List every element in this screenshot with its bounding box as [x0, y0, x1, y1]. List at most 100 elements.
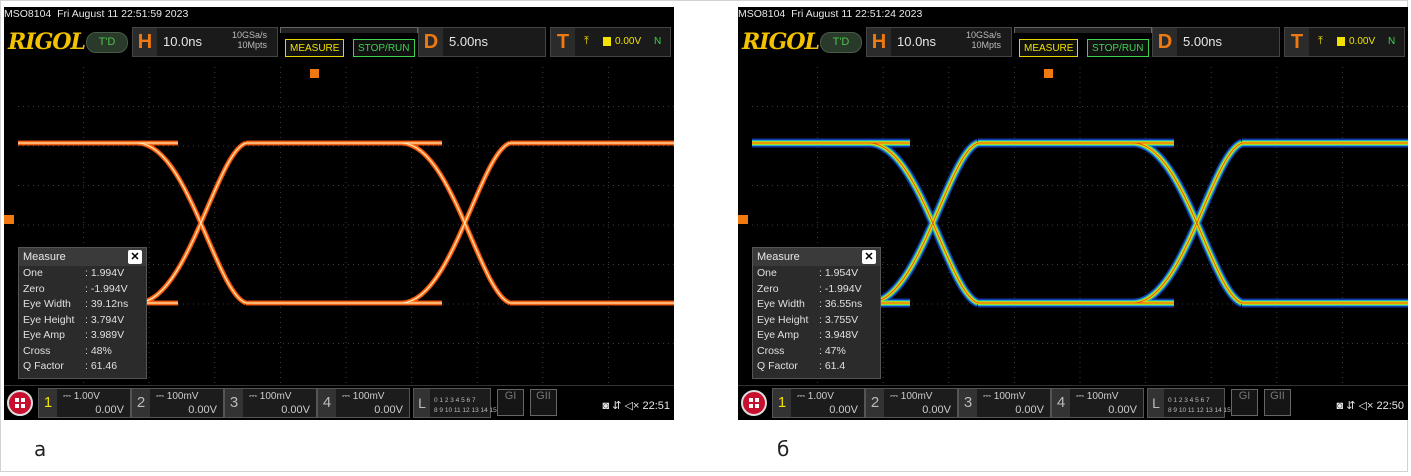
delay-value: 5.00ns [449, 34, 489, 49]
logic-analyzer-box[interactable]: L 0 1 2 3 4 5 6 7 8 9 10 11 12 13 14 15 [413, 388, 497, 418]
falling-edge-trace [137, 141, 247, 305]
trigger-edge-icon: ⤒ [584, 35, 589, 47]
oscilloscope-screen-a: MSO8104 Fri August 11 22:51:59 2023 RIGO… [4, 7, 674, 420]
measure-label: Q Factor [757, 360, 798, 372]
memory-depth: 10Mpts [971, 40, 1001, 50]
measure-rows: One: 1.954V Zero: -1.994V Eye Width: 36.55… [753, 266, 880, 375]
measure-row: Eye Amp : 3.989V [19, 328, 146, 344]
logic-analyzer-box[interactable]: L 0 1 2 3 4 5 6 7 8 9 10 11 12 13 14 15 [1147, 388, 1231, 418]
measure-value: : 3.794V [85, 313, 125, 326]
home-menu-button[interactable] [741, 390, 767, 416]
measure-value: : -1.994V [819, 282, 862, 295]
trigger-box[interactable]: T ⤒ 0.00V N [550, 27, 671, 57]
channel-1-box[interactable]: 1 ⎓ 1.00V 0.00V [772, 388, 865, 418]
memory-position-bar [1014, 27, 1152, 33]
coupling-icon: ⎓ [156, 391, 167, 402]
sample-rate: 10GSa/s [965, 30, 1001, 40]
speaker-icon[interactable]: ◁× [625, 400, 640, 412]
falling-edge-trace [137, 142, 247, 304]
sample-rate: 10GSa/s [231, 30, 267, 40]
measure-button[interactable]: MEASURE [285, 39, 345, 57]
measure-label: Eye Height [23, 313, 75, 326]
measure-row: Eye Amp: 3.948V [753, 328, 880, 344]
channel-offset: 0.00V [374, 404, 403, 416]
coupling-icon: ⎓ [1076, 391, 1087, 402]
stop-run-button[interactable]: STOP/RUN [1087, 39, 1149, 57]
falling-edge-trace [401, 142, 511, 304]
datetime: Fri August 11 22:51:24 2023 [791, 8, 923, 20]
camera-icon[interactable]: ◙ [603, 400, 610, 412]
brand-logo: RIGOL [8, 29, 86, 55]
measure-row: Eye Width: 39.12ns [19, 297, 146, 313]
falling-edge-trace [401, 141, 511, 305]
acquisition-info: 10GSa/s 10Mpts [232, 30, 267, 50]
measure-button[interactable]: MEASURE [1019, 39, 1079, 57]
trigger-edge-icon: ⤒ [1318, 35, 1323, 47]
measure-value: : 3.989V [85, 329, 125, 341]
logic-bits-row1: 0 1 2 3 4 5 6 7 [1168, 397, 1210, 404]
decoder-gii-button[interactable]: GII [1264, 389, 1291, 416]
gii-label: GII [536, 390, 551, 402]
channel-scale: ⎓ 100mV [156, 391, 198, 402]
gi-label: GI [504, 390, 517, 402]
horizontal-timebase[interactable]: H 10.0ns 10GSa/s 10Mpts [132, 27, 278, 57]
close-icon[interactable]: ✕ [862, 250, 876, 264]
decoder-gii-button[interactable]: GII [530, 389, 557, 416]
channel-4-box[interactable]: 4 ⎓ 100mV 0.00V [1051, 388, 1144, 418]
decoder-gi-button[interactable]: GI [1231, 389, 1258, 416]
logic-bits-row1: 0 1 2 3 4 5 6 7 [434, 397, 476, 404]
measure-row: Cross: 47% [753, 344, 880, 360]
stop-run-button[interactable]: STOP/RUN [353, 39, 415, 57]
run-state-badge[interactable]: T'D [86, 32, 128, 53]
memory-position-bar [280, 27, 418, 33]
channel-scale: ⎓ 100mV [342, 391, 384, 402]
delay-letter: D [1153, 28, 1177, 56]
measure-row: Q Factor : 61.4 [753, 359, 880, 375]
channel-offset: 0.00V [1108, 404, 1137, 416]
logic-bits-row2: 8 9 10 11 12 13 14 15 [1168, 407, 1231, 414]
measure-panel: Measure ✕ One: 1.994V Zero: -1.994V Eye Wi… [18, 247, 147, 379]
measure-label: Eye Amp [23, 329, 66, 341]
channel-offset: 0.00V [95, 404, 124, 416]
usb-icon: ⇵ [1346, 400, 1356, 412]
channel-1-box[interactable]: 1 ⎓ 1.00V 0.00V [38, 388, 131, 418]
channel-2-box[interactable]: 2 ⎓ 100mV 0.00V [865, 388, 958, 418]
rising-edge-trace [137, 140, 248, 306]
run-state-badge[interactable]: T'D [820, 32, 862, 53]
clock-time: 22:50 [1376, 400, 1404, 412]
close-icon[interactable]: ✕ [128, 250, 142, 264]
delay-box[interactable]: D 5.00ns [1152, 27, 1280, 57]
trigger-box[interactable]: T ⤒ 0.00V N [1284, 27, 1405, 57]
measure-label: One [757, 267, 777, 279]
measure-row: Eye Height : 3.794V [19, 313, 146, 329]
measure-label: Cross [757, 344, 785, 357]
channel-scale: ⎓ 1.00V [797, 391, 834, 402]
measure-value: : 61.4 [819, 360, 846, 372]
speaker-icon[interactable]: ◁× [1359, 400, 1374, 412]
measure-label: One [23, 267, 43, 279]
horizontal-letter: H [133, 28, 157, 56]
falling-edge-trace [137, 140, 248, 306]
channel-scale: ⎓ 100mV [249, 391, 291, 402]
home-menu-button[interactable] [7, 390, 33, 416]
measure-panel-header: Measure ✕ [753, 248, 880, 266]
decoder-gi-button[interactable]: GI [497, 389, 524, 416]
channel-number: 3 [959, 389, 977, 417]
channel-4-box[interactable]: 4 ⎓ 100mV 0.00V [317, 388, 410, 418]
channel-scale: ⎓ 100mV [983, 391, 1025, 402]
coupling-icon: ⎓ [63, 391, 74, 402]
channel-offset: 0.00V [281, 404, 310, 416]
acquisition-info: 10GSa/s 10Mpts [966, 30, 1001, 50]
delay-box[interactable]: D 5.00ns [418, 27, 546, 57]
camera-icon[interactable]: ◙ [1337, 400, 1344, 412]
channel-3-box[interactable]: 3 ⎓ 100mV 0.00V [958, 388, 1051, 418]
channel-2-box[interactable]: 2 ⎓ 100mV 0.00V [131, 388, 224, 418]
channel-3-box[interactable]: 3 ⎓ 100mV 0.00V [224, 388, 317, 418]
measure-value: : -1.994V [85, 282, 128, 295]
channel-scale-value: 100mV [993, 391, 1026, 402]
channel-number: 1 [39, 389, 57, 417]
measure-label: Zero [757, 282, 779, 295]
top-toolbar: RIGOL T'D H 10.0ns 10GSa/s 10Mpts MEASUR… [4, 24, 674, 62]
horizontal-timebase[interactable]: H 10.0ns 10GSa/s 10Mpts [866, 27, 1012, 57]
brand-logo: RIGOL [742, 29, 820, 55]
